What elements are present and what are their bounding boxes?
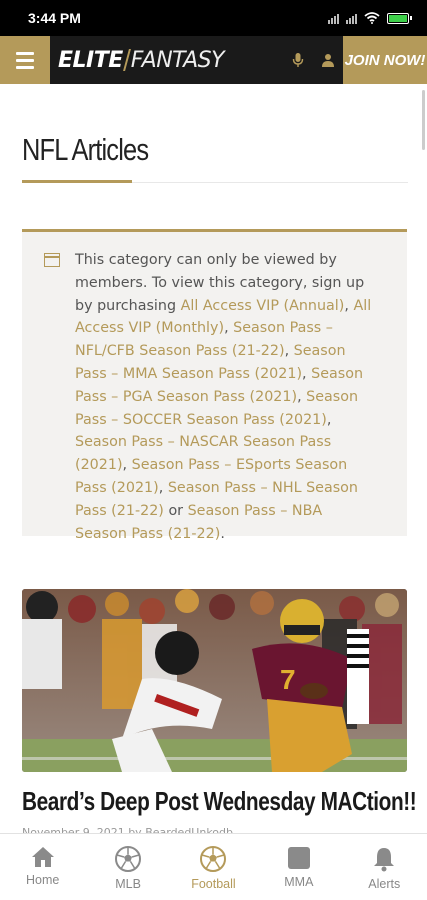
members-only-notice: This category can only be viewed by memb… [22, 229, 407, 542]
battery-icon [387, 12, 412, 24]
hamburger-line [16, 51, 34, 55]
wifi-icon [364, 12, 380, 24]
svg-text:7: 7 [280, 664, 296, 695]
nav-label-alerts: Alerts [368, 877, 401, 891]
nav-alerts[interactable]: Alerts [344, 846, 424, 900]
soccer-ball-icon [200, 846, 227, 872]
nav-label-football: Football [191, 877, 236, 891]
microphone-icon [292, 53, 304, 67]
nav-mlb[interactable]: MLB [88, 846, 168, 900]
nav-label-mlb: MLB [115, 877, 141, 891]
status-time: 3:44 PM [28, 10, 81, 26]
bell-icon [374, 848, 395, 872]
status-bar: 3:44 PM [0, 0, 427, 36]
join-now-button[interactable]: JOIN NOW! [343, 36, 427, 84]
scrollbar[interactable] [422, 90, 425, 150]
article-image[interactable]: 7 [22, 589, 407, 772]
hamburger-line [16, 65, 34, 69]
site-header: ELITE FANTASY JOIN NOW! [0, 36, 427, 84]
user-icon [322, 54, 334, 67]
signal-icon-2 [346, 12, 357, 24]
logo-separator [122, 49, 131, 71]
nav-mma[interactable]: MMA [259, 846, 339, 900]
logo-text-fantasy: FANTASY [130, 47, 225, 73]
link-all-access-vip-annual[interactable]: All Access VIP (Annual) [181, 298, 345, 314]
window-icon [44, 253, 60, 267]
title-accent-bar [22, 180, 132, 183]
home-icon [31, 847, 54, 867]
football-tackle-photo: 7 [22, 589, 407, 772]
article-title[interactable]: Beard’s Deep Post Wednesday MACtion!! [22, 786, 417, 817]
page-title: NFL Articles [22, 132, 149, 167]
bottom-navigation: Home MLB Football MMA Alerts [0, 833, 427, 900]
soccer-ball-icon [115, 846, 142, 872]
nav-home[interactable]: Home [3, 846, 83, 900]
logo-text-elite: ELITE [58, 47, 123, 73]
hamburger-line [16, 58, 34, 62]
nav-football[interactable]: Football [173, 846, 253, 900]
status-icons [328, 12, 412, 24]
square-icon [287, 847, 310, 869]
site-logo[interactable]: ELITE FANTASY [50, 36, 283, 84]
nav-label-mma: MMA [284, 875, 314, 889]
signal-icon [328, 12, 339, 24]
notice-or-word: or [168, 502, 184, 519]
hamburger-menu-button[interactable] [0, 36, 50, 84]
microphone-button[interactable] [283, 36, 313, 84]
account-button[interactable] [313, 36, 343, 84]
notice-text: This category can only be viewed by memb… [75, 252, 372, 542]
nav-label-home: Home [26, 873, 60, 887]
